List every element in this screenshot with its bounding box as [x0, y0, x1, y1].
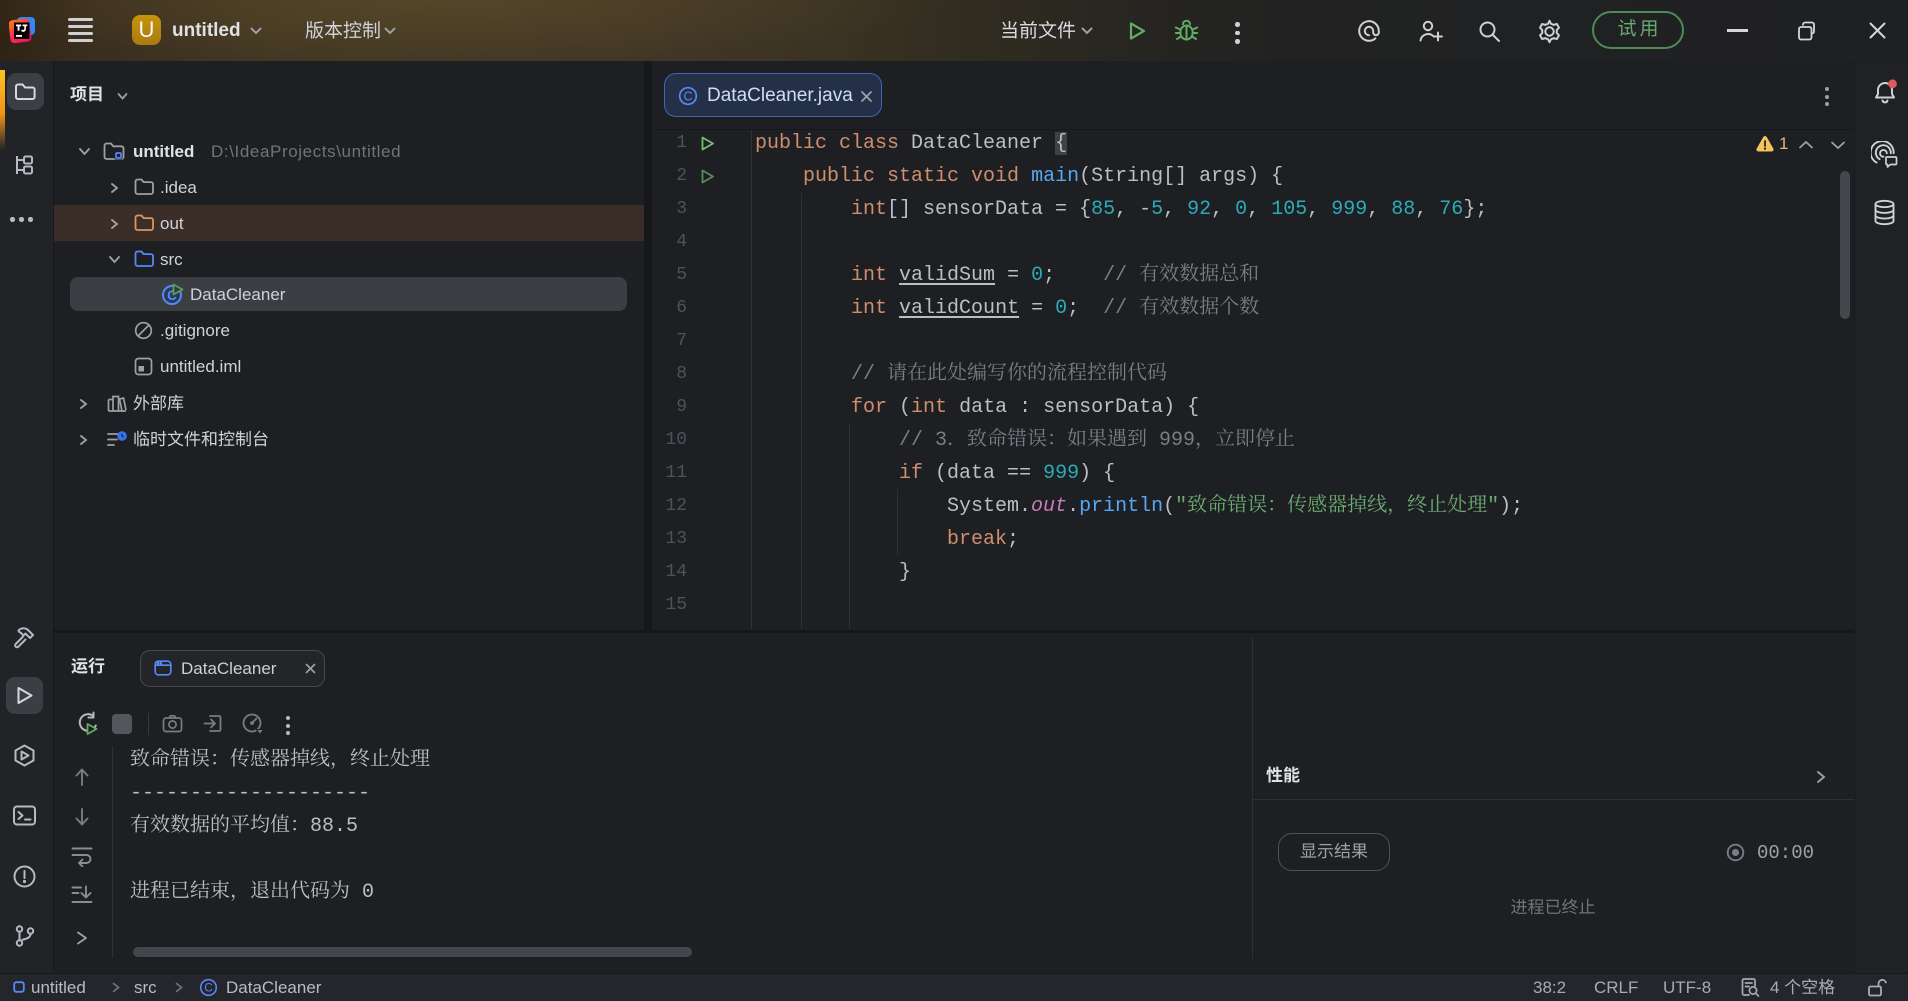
svg-text:C: C [683, 89, 692, 103]
svg-text:C: C [204, 983, 212, 995]
